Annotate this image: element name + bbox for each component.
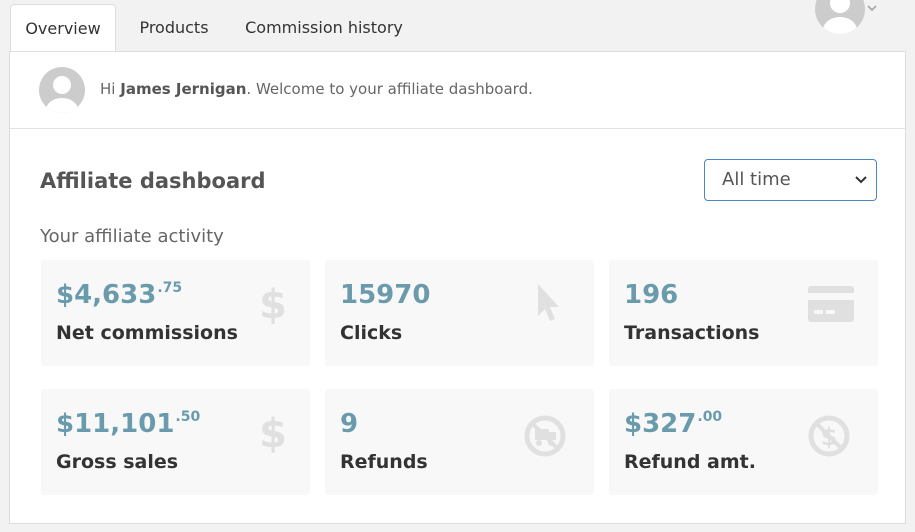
welcome-banner: Hi James Jernigan. Welcome to your affil…	[10, 52, 905, 129]
no-dollar-icon: $	[808, 415, 850, 461]
stat-label: Clicks	[340, 322, 403, 344]
no-truck-icon	[524, 415, 566, 461]
stat-value: $327.00	[624, 409, 723, 439]
stat-card-transactions: 196 Transactions	[609, 260, 878, 366]
tab-overview[interactable]: Overview	[10, 4, 116, 52]
stat-value: 9	[340, 409, 359, 439]
avatar-icon	[815, 0, 865, 34]
welcome-text: . Welcome to your affiliate dashboard.	[246, 80, 533, 98]
dashboard-panel: Hi James Jernigan. Welcome to your affil…	[9, 51, 906, 524]
stat-label: Transactions	[624, 322, 760, 344]
stat-card-net-commissions: $4,633.75 Net commissions $	[41, 260, 310, 366]
stat-label: Refund amt.	[624, 451, 756, 473]
stat-label: Net commissions	[56, 322, 238, 344]
welcome-message: Hi James Jernigan. Welcome to your affil…	[100, 80, 533, 98]
svg-text:$: $	[260, 411, 286, 455]
cursor-icon	[534, 282, 562, 330]
user-name: James Jernigan	[120, 80, 247, 98]
stat-cents: .75	[157, 280, 183, 296]
activity-heading: Your affiliate activity	[40, 226, 224, 247]
stat-value: 196	[624, 280, 679, 310]
stat-card-gross-sales: $11,101.50 Gross sales $	[41, 389, 310, 495]
stat-label: Refunds	[340, 451, 428, 473]
chevron-down-icon	[866, 2, 878, 17]
stat-label: Gross sales	[56, 451, 179, 473]
period-select[interactable]: All time	[704, 159, 877, 201]
stat-value: 15970	[340, 280, 431, 310]
user-avatar	[39, 67, 85, 113]
stat-card-clicks: 15970 Clicks	[325, 260, 594, 366]
stat-value: $11,101.50	[56, 409, 201, 439]
dollar-icon: $	[259, 411, 287, 459]
stat-cents: .50	[175, 409, 201, 425]
tab-products[interactable]: Products	[126, 4, 222, 52]
stat-card-refunds: 9 Refunds	[325, 389, 594, 495]
period-select-value: All time	[722, 169, 791, 190]
greeting-text: Hi	[100, 80, 116, 98]
credit-card-icon	[808, 282, 854, 326]
dollar-icon: $	[259, 282, 287, 330]
stat-cents: .00	[697, 409, 723, 425]
page-title: Affiliate dashboard	[40, 169, 266, 193]
tab-commission-history[interactable]: Commission history	[236, 4, 412, 52]
tab-bar: Overview Products Commission history	[0, 0, 915, 52]
stat-card-refund-amount: $327.00 Refund amt. $	[609, 389, 878, 495]
svg-text:$: $	[260, 282, 286, 326]
stat-value: $4,633.75	[56, 280, 183, 310]
chevron-down-icon	[855, 160, 867, 216]
user-menu[interactable]	[815, 0, 885, 34]
